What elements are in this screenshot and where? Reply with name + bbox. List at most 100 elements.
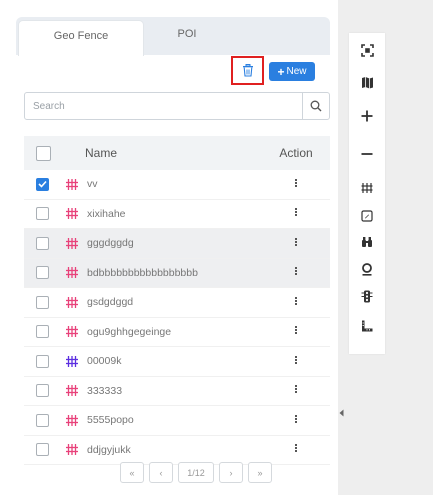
geofence-icon <box>66 414 80 426</box>
geofence-icon <box>66 267 80 279</box>
table-row[interactable]: gsdgdggd <box>24 288 330 318</box>
row-action-menu[interactable] <box>266 355 326 368</box>
fullscreen-button[interactable] <box>349 39 385 61</box>
more-vertical-icon <box>295 325 297 335</box>
binoculars-tool-button[interactable] <box>349 231 385 253</box>
fence-name: bdbbbbbbbbbbbbbbbbb <box>87 266 198 279</box>
fence-name: ogu9ghhgegeinge <box>87 325 172 338</box>
ruler-icon <box>362 320 373 332</box>
geofence-icon <box>66 444 80 456</box>
row-action-menu[interactable] <box>266 207 326 220</box>
more-vertical-icon <box>295 237 297 247</box>
more-vertical-icon <box>295 414 297 424</box>
location-tool-button[interactable] <box>349 258 385 280</box>
zoom-out-button[interactable] <box>349 143 385 165</box>
collapse-panel-handle[interactable] <box>338 400 344 426</box>
map-layers-icon <box>361 76 373 88</box>
column-header-action: Action <box>279 146 313 160</box>
row-checkbox[interactable] <box>36 236 49 250</box>
row-action-menu[interactable] <box>266 384 326 397</box>
geofence-icon <box>66 296 80 308</box>
table-row[interactable]: 333333 <box>24 377 330 406</box>
page-indicator: 1/12 <box>178 462 214 483</box>
row-checkbox[interactable] <box>36 413 49 427</box>
geofence-icon <box>66 178 80 190</box>
note-icon <box>361 210 373 222</box>
tab-geo-fence[interactable]: Geo Fence <box>18 20 144 56</box>
zoom-in-button[interactable] <box>349 105 385 127</box>
plus-icon: + <box>277 64 285 79</box>
tab-poi[interactable]: POI <box>142 17 232 55</box>
table-row[interactable]: 00009k <box>24 347 330 377</box>
row-action-menu[interactable] <box>266 296 326 309</box>
note-tool-button[interactable] <box>349 205 385 227</box>
table-row[interactable]: bdbbbbbbbbbbbbbbbbb <box>24 258 330 288</box>
last-page-button[interactable]: » <box>248 462 272 483</box>
map-toolbar <box>349 33 385 354</box>
search-box <box>24 92 330 120</box>
fence-table: Name Action vv xixihahe gggdggdg bdbbbbbbbb… <box>24 136 330 465</box>
row-checkbox[interactable] <box>36 177 49 191</box>
geofence-icon <box>66 326 80 338</box>
row-checkbox[interactable] <box>36 443 49 457</box>
fullscreen-icon <box>360 43 374 57</box>
table-row[interactable]: 5555popo <box>24 406 330 436</box>
first-page-button[interactable]: « <box>120 462 144 483</box>
tab-bar: Geo Fence POI <box>16 17 330 56</box>
row-action-menu[interactable] <box>266 325 326 338</box>
fence-name: gsdgdggd <box>87 296 134 309</box>
location-pin-icon <box>362 262 372 276</box>
table-row[interactable]: gggdggdg <box>24 229 330 259</box>
delete-button[interactable] <box>231 56 264 85</box>
fence-name: vv <box>87 178 98 191</box>
more-vertical-icon <box>295 296 297 306</box>
fence-name: 00009k <box>87 355 122 368</box>
new-button-label: New <box>286 66 307 77</box>
new-button[interactable]: + New <box>269 62 315 81</box>
more-vertical-icon <box>295 443 297 453</box>
zoom-in-icon <box>361 110 373 122</box>
fence-icon <box>361 183 373 193</box>
row-checkbox[interactable] <box>36 325 49 339</box>
prev-page-button[interactable]: ‹ <box>149 462 173 483</box>
zoom-out-icon <box>361 153 373 155</box>
more-vertical-icon <box>295 355 297 365</box>
table-row[interactable]: vv <box>24 170 330 200</box>
search-button[interactable] <box>302 93 329 119</box>
ruler-tool-button[interactable] <box>349 315 385 337</box>
row-action-menu[interactable] <box>266 266 326 279</box>
row-action-menu[interactable] <box>266 414 326 427</box>
search-input[interactable] <box>25 93 302 119</box>
search-icon <box>310 100 322 112</box>
next-page-button[interactable]: › <box>219 462 243 483</box>
geofence-icon <box>66 237 80 249</box>
row-action-menu[interactable] <box>266 178 326 191</box>
fence-tool-button[interactable] <box>349 177 385 199</box>
table-row[interactable]: ddjgyjukk <box>24 436 330 465</box>
row-checkbox[interactable] <box>36 207 49 221</box>
table-row[interactable]: xixihahe <box>24 200 330 229</box>
fence-name: 333333 <box>87 384 123 397</box>
traffic-tool-button[interactable] <box>349 285 385 307</box>
geofence-icon <box>66 208 80 220</box>
pagination: « ‹ 1/12 › » <box>120 462 272 483</box>
row-checkbox[interactable] <box>36 266 49 280</box>
row-checkbox[interactable] <box>36 295 49 309</box>
table-row[interactable]: ogu9ghhgegeinge <box>24 318 330 347</box>
binoculars-icon <box>362 237 372 247</box>
checkmark-icon <box>38 181 47 188</box>
caret-left-icon <box>339 409 343 417</box>
map-layers-button[interactable] <box>349 71 385 93</box>
row-action-menu[interactable] <box>266 443 326 456</box>
fence-name: xixihahe <box>87 207 126 220</box>
select-all-checkbox[interactable] <box>36 145 51 161</box>
row-checkbox[interactable] <box>36 384 49 398</box>
trash-icon <box>242 64 253 77</box>
geofence-icon <box>66 355 80 367</box>
fence-name: gggdggdg <box>87 237 134 250</box>
row-action-menu[interactable] <box>266 237 326 250</box>
table-header: Name Action <box>24 136 330 170</box>
more-vertical-icon <box>295 207 297 217</box>
row-checkbox[interactable] <box>36 354 49 368</box>
more-vertical-icon <box>295 178 297 188</box>
